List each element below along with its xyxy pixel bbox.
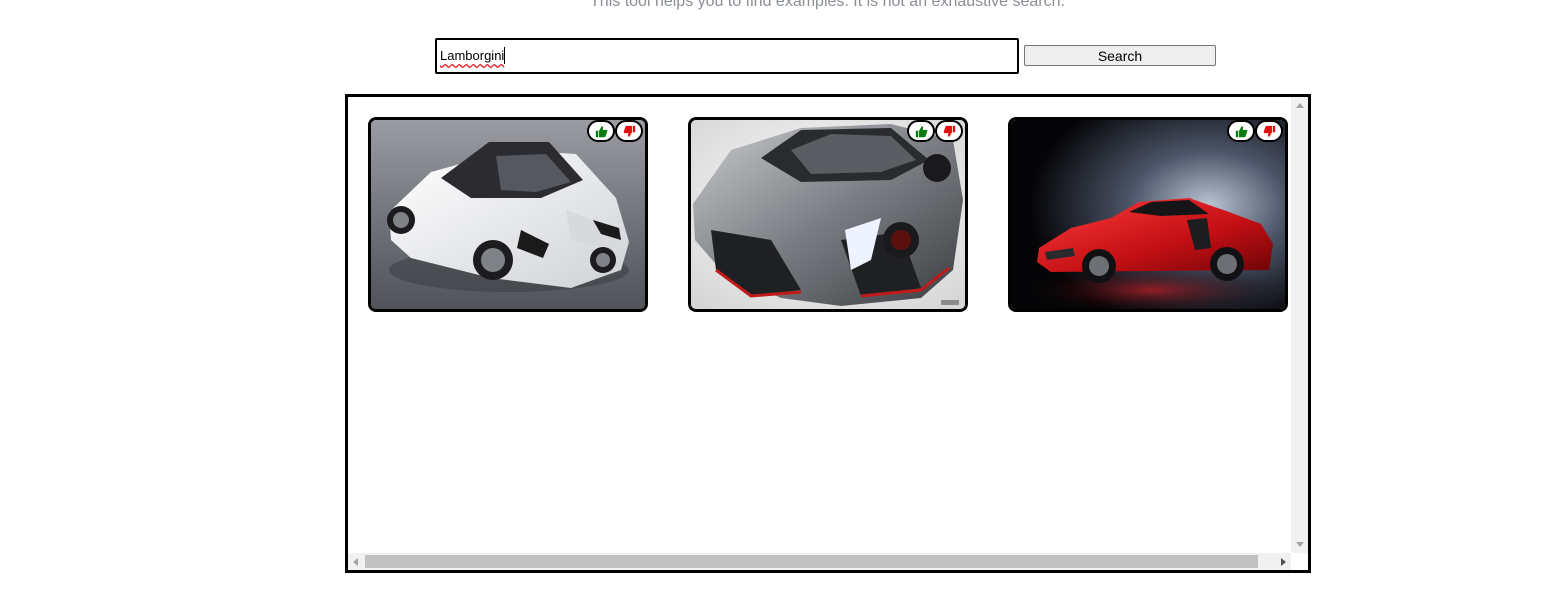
horizontal-scroll-thumb[interactable] xyxy=(365,555,1258,568)
thumbs-up-icon xyxy=(595,125,607,137)
scroll-down-arrow-icon[interactable] xyxy=(1296,542,1304,547)
result-card[interactable] xyxy=(1008,117,1288,312)
thumbs-down-button[interactable] xyxy=(615,120,643,142)
scroll-right-arrow-icon[interactable] xyxy=(1281,558,1286,566)
thumbs-down-button[interactable] xyxy=(935,120,963,142)
thumbs-down-button[interactable] xyxy=(1255,120,1283,142)
horizontal-scrollbar[interactable] xyxy=(348,553,1291,570)
result-image-silver-hypercar[interactable] xyxy=(691,120,965,309)
search-button[interactable]: Search xyxy=(1024,45,1216,66)
page: This tool helps you to find examples. It… xyxy=(0,0,1549,616)
results-panel[interactable] xyxy=(345,94,1311,573)
thumbs-down-icon xyxy=(943,125,955,137)
help-text: This tool helps you to find examples. It… xyxy=(590,0,1065,10)
vertical-scrollbar[interactable] xyxy=(1291,97,1308,553)
text-caret xyxy=(504,47,505,64)
result-image-red-sports-car[interactable] xyxy=(1011,120,1285,309)
thumbs-up-button[interactable] xyxy=(1227,120,1255,142)
scroll-left-arrow-icon[interactable] xyxy=(353,558,358,566)
thumbs-up-icon xyxy=(915,125,927,137)
scroll-up-arrow-icon[interactable] xyxy=(1296,103,1304,108)
thumbs-up-button[interactable] xyxy=(587,120,615,142)
thumbs-down-icon xyxy=(623,125,635,137)
search-input[interactable] xyxy=(435,38,1019,74)
result-image-white-convertible[interactable] xyxy=(371,120,645,309)
scrollbar-corner xyxy=(1291,553,1308,570)
result-card[interactable] xyxy=(368,117,648,312)
thumbs-up-icon xyxy=(1235,125,1247,137)
thumbs-up-button[interactable] xyxy=(907,120,935,142)
thumbs-down-icon xyxy=(1263,125,1275,137)
result-card[interactable] xyxy=(688,117,968,312)
